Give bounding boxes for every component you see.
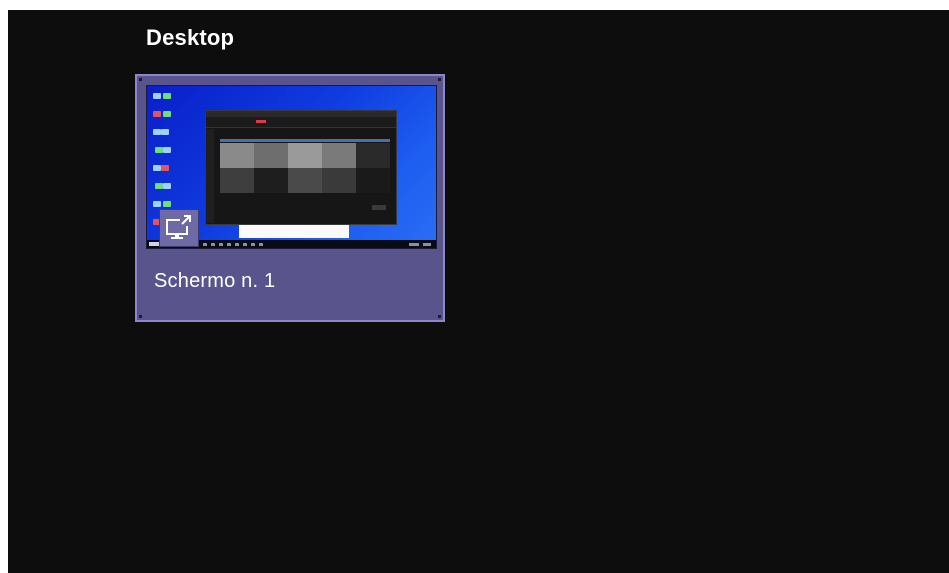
card-corner-marker: [438, 78, 441, 81]
card-corner-marker: [139, 78, 142, 81]
screen-share-icon: [159, 209, 199, 247]
desktop-picker-panel: Desktop Schermo n. 1: [8, 10, 949, 573]
screen-thumbnail: [146, 85, 437, 249]
card-corner-marker: [139, 315, 142, 318]
screen-label: Schermo n. 1: [154, 270, 276, 292]
screen-option-card[interactable]: Schermo n. 1: [135, 74, 445, 322]
section-title: Desktop: [146, 25, 235, 50]
card-corner-marker: [438, 315, 441, 318]
thumbnail-app-window: [205, 110, 397, 225]
